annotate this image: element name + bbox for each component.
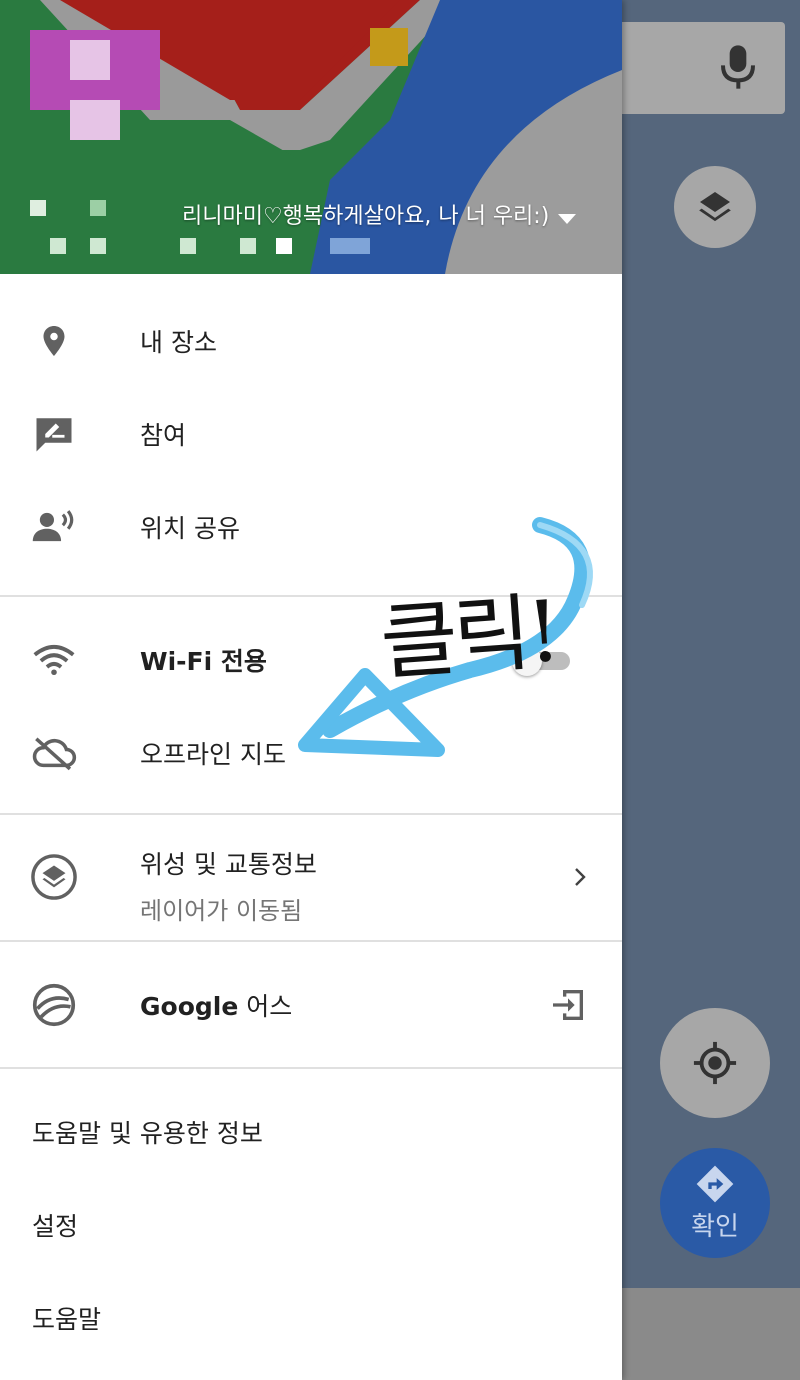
menu-label: Google 어스	[140, 987, 292, 1023]
layers-icon	[699, 192, 731, 222]
contribute-icon	[30, 410, 78, 458]
menu-item-settings[interactable]: 설정	[0, 1178, 622, 1271]
menu-item-contribute[interactable]: 참여	[0, 387, 622, 480]
layers-button[interactable]	[674, 166, 756, 248]
map-bottom-strip	[622, 1288, 800, 1380]
menu-label: 위치 공유	[140, 513, 240, 543]
menu-sublabel: 레이어가 이동됨	[140, 897, 303, 925]
layers-icon	[30, 853, 78, 901]
header-cover-art	[0, 0, 622, 274]
place-pin-icon	[30, 317, 78, 365]
navigation-drawer: 리니마미♡행복하게살아요, 나 너 우리:) 내 장소 참여 위치 공유 Wi-…	[0, 0, 622, 1380]
google-brand-text: Google	[140, 991, 239, 1021]
chevron-right-icon	[575, 868, 586, 886]
directions-icon	[696, 1165, 734, 1202]
crosshair-icon	[693, 1041, 737, 1085]
microphone-icon[interactable]	[718, 42, 758, 92]
menu-label: 참여	[140, 420, 187, 450]
menu-item-offline-maps[interactable]: 오프라인 지도	[0, 706, 622, 799]
drawer-header[interactable]: 리니마미♡행복하게살아요, 나 너 우리:)	[0, 0, 622, 274]
click-annotation-text: 클릭!	[377, 581, 560, 693]
wifi-icon	[30, 636, 78, 684]
location-sharing-icon	[30, 503, 78, 551]
earth-label-text: 어스	[238, 991, 293, 1021]
menu-label: 위성 및 교통정보	[140, 850, 317, 879]
menu-item-google-earth[interactable]: Google 어스	[0, 958, 622, 1051]
menu-label: 오프라인 지도	[140, 739, 286, 769]
open-external-icon	[553, 989, 583, 1020]
menu-item-help[interactable]: 도움말	[0, 1271, 622, 1364]
chevron-down-icon[interactable]	[556, 212, 578, 226]
menu-label: Wi-Fi 전용	[140, 646, 267, 676]
menu-item-my-places[interactable]: 내 장소	[0, 294, 622, 387]
confirm-label: 확인	[691, 1211, 739, 1242]
menu-item-location-sharing[interactable]: 위치 공유	[0, 480, 622, 573]
google-earth-icon	[30, 981, 78, 1029]
menu-item-satellite-traffic[interactable]: 위성 및 교통정보 레이어가 이동됨	[0, 815, 622, 940]
menu-label: 내 장소	[140, 327, 217, 357]
offline-cloud-icon	[30, 729, 78, 777]
my-location-button[interactable]	[660, 1008, 770, 1118]
directions-confirm-button[interactable]: 확인	[660, 1148, 770, 1258]
menu-item-tips[interactable]: 도움말 및 유용한 정보	[0, 1085, 622, 1178]
